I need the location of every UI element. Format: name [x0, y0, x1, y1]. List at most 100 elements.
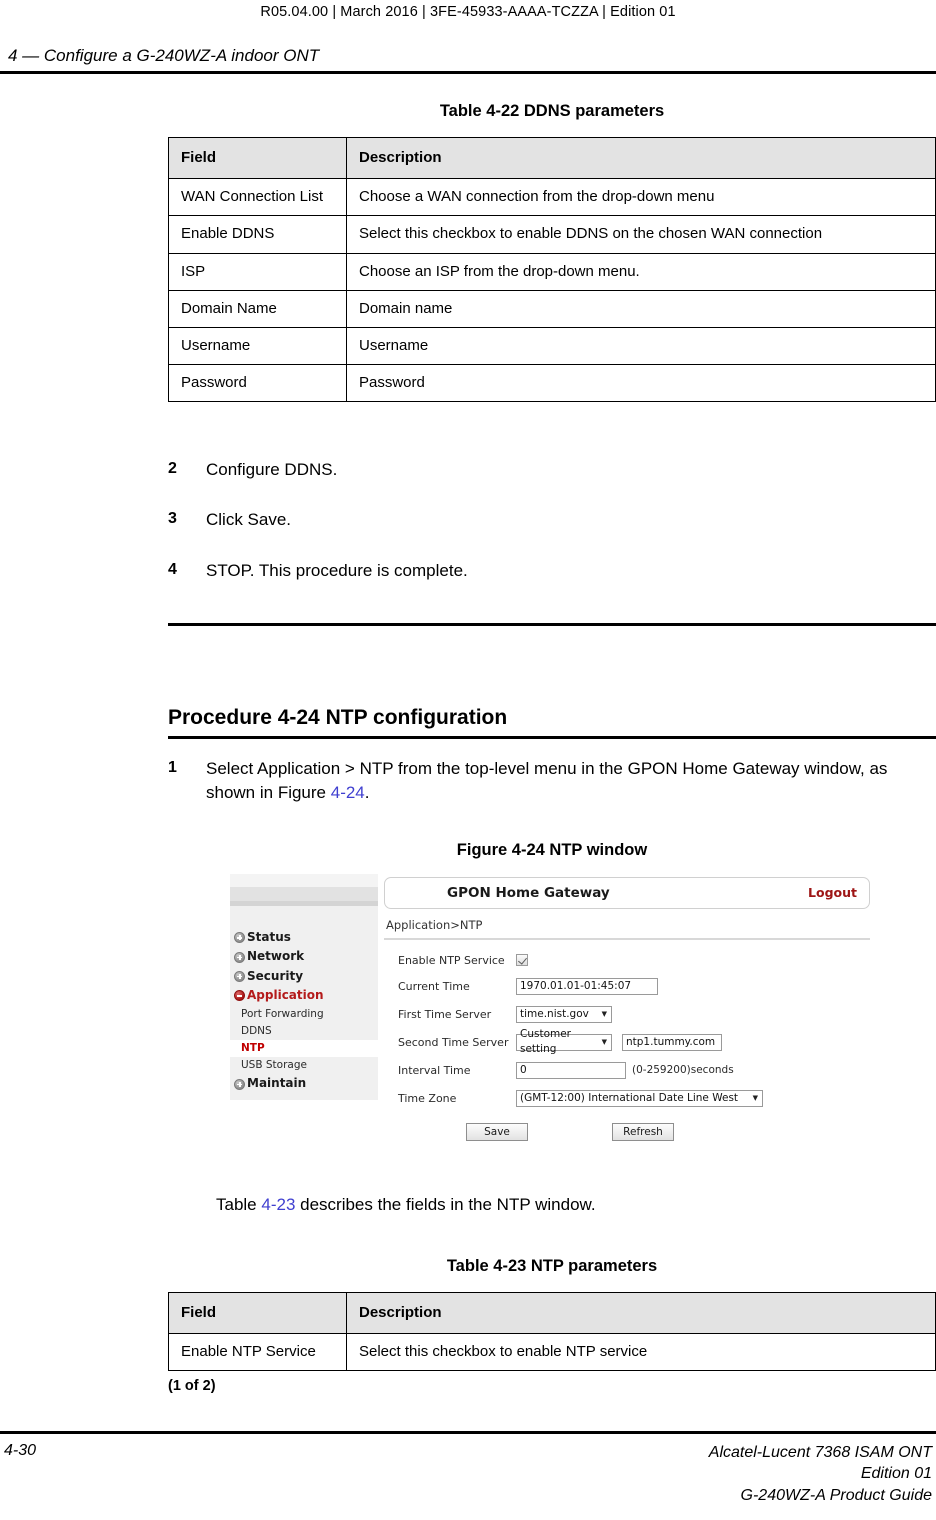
sidebar-item-label: Security — [247, 968, 304, 983]
sidebar-item-label: Application — [247, 988, 324, 1003]
cell-description: Username — [346, 326, 936, 366]
cell-field: Username — [168, 326, 347, 366]
table-ddns-caption: Table 4-22 DDNS parameters — [439, 102, 665, 120]
breadcrumb-divider — [384, 937, 870, 940]
table-ntp-caption: Table 4-23 NTP parameters — [446, 1257, 658, 1276]
table-cross-reference-link[interactable]: 4-23 — [261, 1195, 295, 1214]
sidebar-item-label: DDNS — [241, 1024, 272, 1037]
footer-line-1: Alcatel-Lucent 7368 ISAM ONT — [708, 1443, 932, 1461]
plus-icon[interactable] — [234, 951, 245, 963]
cell-field: ISP — [168, 252, 347, 291]
table-row: Enable NTP Service Select this checkbox … — [168, 1333, 936, 1372]
first-time-server-label: First Time Server — [398, 1007, 492, 1021]
sidebar-item-label: USB Storage — [241, 1059, 307, 1072]
footer-divider — [0, 1430, 936, 1434]
chapter-title: 4 — Configure a G-240WZ-A indoor ONT — [8, 46, 320, 65]
form-row-first-time-server: First Time Server time.nist.gov ▼ — [384, 1005, 870, 1023]
minus-icon[interactable] — [234, 990, 245, 1002]
logout-link[interactable]: Logout — [808, 885, 857, 900]
gui-titlebar: GPON Home Gateway Logout — [384, 876, 870, 909]
table-header-row: Field Description — [168, 136, 936, 180]
document-meta-line: R05.04.00 | March 2016 | 3FE-45933-AAAA-… — [260, 4, 676, 20]
step-text: Configure DDNS. — [206, 460, 338, 480]
procedure-step: 1 Select Application > NTP from the top-… — [168, 757, 936, 805]
form-row-time-zone: Time Zone (GMT-12:00) International Date… — [384, 1089, 870, 1107]
table-row: WAN Connection List Choose a WAN connect… — [168, 178, 936, 217]
cell-description: Select this checkbox to enable NTP servi… — [346, 1333, 936, 1372]
sidebar-item-label: Port Forwarding — [241, 1007, 324, 1020]
column-header-field: Field — [168, 136, 347, 180]
sidebar-banner-mid — [230, 886, 378, 901]
step-number: 1 — [168, 758, 177, 776]
cell-field: Enable DDNS — [168, 215, 347, 254]
second-time-server-label: Second Time Server — [398, 1035, 509, 1049]
form-row-current-time: Current Time 1970.01.01-01:45:07 — [384, 977, 870, 995]
step-number: 4 — [168, 560, 177, 578]
second-time-server-select[interactable]: Customer setting ▼ — [516, 1028, 612, 1055]
table-ntp-intro: Table 4-23 describes the fields in the N… — [168, 1193, 936, 1217]
table-ddns-parameters: Field Description WAN Connection List Ch… — [168, 136, 936, 403]
interval-time-range-hint: (0-259200)seconds — [632, 1064, 734, 1077]
procedure-title: Procedure 4-24 NTP configuration — [168, 705, 508, 729]
column-header-description: Description — [346, 136, 936, 180]
sidebar-item-status[interactable]: Status — [230, 928, 378, 947]
page-content: Table 4-22 DDNS parameters Field Descrip… — [168, 102, 936, 1394]
intro-part-a: Table — [216, 1194, 262, 1214]
sidebar-item-ddns[interactable]: DDNS — [230, 1023, 378, 1040]
table-row: Password Password — [168, 364, 936, 403]
footer-product-info: Alcatel-Lucent 7368 ISAM ONT Edition 01 … — [709, 1442, 932, 1506]
gui-sidebar: Status Network Security Application Port… — [230, 873, 378, 1100]
plus-icon[interactable] — [234, 970, 245, 982]
sidebar-item-network[interactable]: Network — [230, 947, 378, 966]
table-ntp-parameters: Field Description Enable NTP Service Sel… — [168, 1292, 936, 1372]
sidebar-item-label: Status — [247, 929, 291, 944]
step-text-part-b: . — [364, 782, 370, 802]
gui-main-panel: GPON Home Gateway Logout Application>NTP… — [378, 874, 870, 1141]
sidebar-item-usb-storage[interactable]: USB Storage — [230, 1057, 378, 1074]
form-row-interval-time: Interval Time 0 (0-259200)seconds — [384, 1061, 870, 1079]
sidebar-item-label: Maintain — [247, 1076, 307, 1091]
table-row: Enable DDNS Select this checkbox to enab… — [168, 215, 936, 254]
enable-ntp-checkbox[interactable] — [516, 954, 528, 967]
sidebar-item-security[interactable]: Security — [230, 967, 378, 986]
first-time-server-select[interactable]: time.nist.gov ▼ — [516, 1005, 612, 1023]
figure-cross-reference-link[interactable]: 4-24 — [331, 783, 365, 802]
cell-description: Password — [346, 364, 936, 403]
save-button[interactable]: Save — [466, 1122, 528, 1141]
time-zone-select[interactable]: (GMT-12:00) International Date Line West… — [516, 1089, 763, 1107]
sidebar-item-application[interactable]: Application — [230, 986, 378, 1005]
form-row-second-time-server: Second Time Server Customer setting ▼ nt… — [384, 1028, 870, 1055]
procedure-step: 3 Click Save. — [168, 508, 936, 532]
step-text: STOP. This procedure is complete. — [206, 560, 468, 580]
step-text: Select Application > NTP from the top-le… — [206, 757, 906, 805]
cell-field: Domain Name — [168, 289, 347, 328]
table-continuation-note: (1 of 2) — [168, 1378, 216, 1395]
plus-icon[interactable] — [234, 932, 245, 944]
column-header-description: Description — [346, 1292, 936, 1335]
gpon-gui-screenshot: Status Network Security Application Port… — [230, 873, 870, 1141]
cell-description: Choose a WAN connection from the drop-do… — [346, 178, 936, 217]
step-number: 3 — [168, 510, 177, 528]
sidebar-item-maintain[interactable]: Maintain — [230, 1074, 378, 1093]
chevron-down-icon: ▼ — [601, 1009, 607, 1018]
interval-time-input[interactable]: 0 — [516, 1061, 626, 1079]
page-number: 4-30 — [4, 1441, 37, 1459]
refresh-button[interactable]: Refresh — [612, 1122, 674, 1141]
cell-field: WAN Connection List — [168, 178, 347, 217]
form-row-enable-ntp: Enable NTP Service — [384, 954, 870, 967]
button-spacer — [528, 1123, 612, 1141]
sidebar-item-ntp[interactable]: NTP — [230, 1039, 378, 1058]
footer-line-2: Edition 01 — [860, 1465, 932, 1483]
table-header-row: Field Description — [168, 1292, 936, 1335]
current-time-input[interactable]: 1970.01.01-01:45:07 — [516, 977, 658, 995]
second-time-server-custom-input[interactable]: ntp1.tummy.com — [622, 1033, 722, 1051]
breadcrumb: Application>NTP — [386, 917, 483, 932]
step-text-part-a: Select Application > NTP from the top-le… — [206, 758, 888, 802]
first-time-server-value: time.nist.gov — [520, 1007, 589, 1020]
interval-time-label: Interval Time — [398, 1063, 471, 1077]
plus-icon[interactable] — [234, 1078, 245, 1090]
table-row: Domain Name Domain name — [168, 289, 936, 328]
table-row: Username Username — [168, 326, 936, 366]
sidebar-item-port-forwarding[interactable]: Port Forwarding — [230, 1006, 378, 1023]
step-number: 2 — [168, 460, 177, 478]
